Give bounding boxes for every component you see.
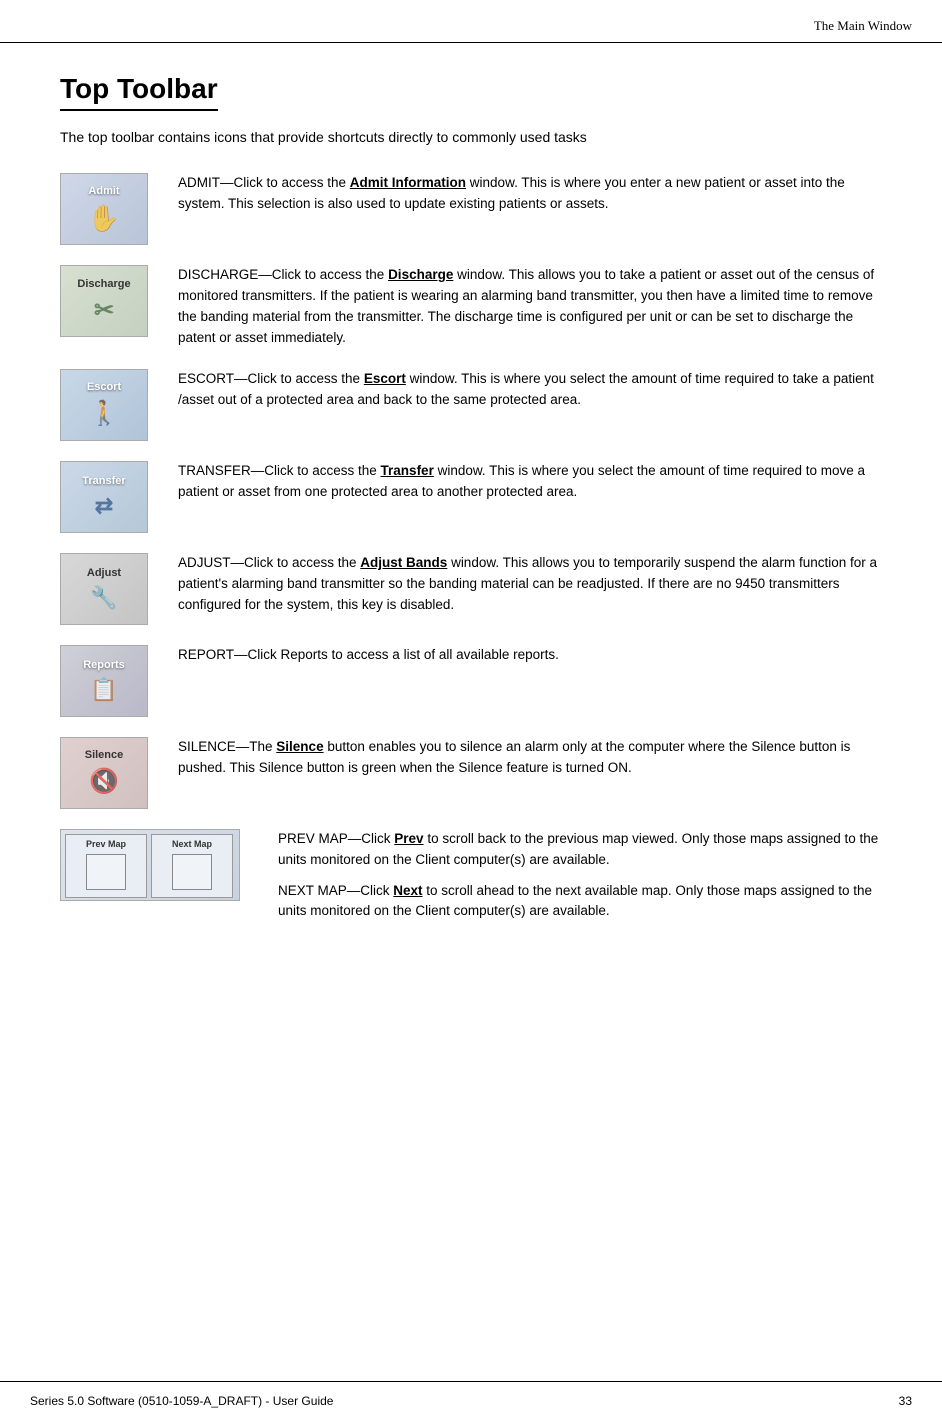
silence-icon: Silence 🔇 [60, 737, 148, 809]
prevnext-icon: Prev Map Next Map [60, 829, 240, 901]
footer-right: 33 [899, 1394, 912, 1408]
adjust-description: ADJUST—Click to access the Adjust Bands … [178, 553, 882, 616]
next-map-button[interactable]: Next Map [151, 834, 233, 898]
intro-text: The top toolbar contains icons that prov… [60, 129, 882, 145]
toolbar-item-transfer: Transfer ⇄ TRANSFER—Click to access the … [60, 461, 882, 533]
icon-cell-silence: Silence 🔇 [60, 737, 160, 809]
footer-left: Series 5.0 Software (0510-1059-A_DRAFT) … [30, 1394, 333, 1408]
header-title: The Main Window [814, 18, 912, 33]
icon-cell-transfer: Transfer ⇄ [60, 461, 160, 533]
page-header: The Main Window [0, 0, 942, 43]
icon-cell-escort: Escort 🚶 [60, 369, 160, 441]
transfer-icon: Transfer ⇄ [60, 461, 148, 533]
discharge-icon: Discharge ✂ [60, 265, 148, 337]
icon-cell-adjust: Adjust 🔧 [60, 553, 160, 625]
reports-icon: Reports 📋 [60, 645, 148, 717]
icon-cell-admit: Admit ✋ [60, 173, 160, 245]
discharge-symbol: ✂ [94, 296, 114, 325]
discharge-description: DISCHARGE—Click to access the Discharge … [178, 265, 882, 349]
silence-description: SILENCE—The Silence button enables you t… [178, 737, 882, 779]
page-footer: Series 5.0 Software (0510-1059-A_DRAFT) … [0, 1381, 942, 1420]
toolbar-item-prevnext: Prev Map Next Map PREV MAP—Click Prev to… [60, 829, 882, 933]
icon-cell-reports: Reports 📋 [60, 645, 160, 717]
escort-symbol: 🚶 [89, 399, 119, 428]
admit-icon: Admit ✋ [60, 173, 148, 245]
page-title: Top Toolbar [60, 73, 218, 111]
reports-description: REPORT—Click Reports to access a list of… [178, 645, 882, 666]
toolbar-item-adjust: Adjust 🔧 ADJUST—Click to access the Adju… [60, 553, 882, 625]
prevnext-description: PREV MAP—Click Prev to scroll back to th… [278, 829, 882, 933]
silence-symbol: 🔇 [89, 767, 119, 796]
escort-description: ESCORT—Click to access the Escort window… [178, 369, 882, 411]
icon-cell-discharge: Discharge ✂ [60, 265, 160, 337]
escort-icon: Escort 🚶 [60, 369, 148, 441]
admit-description: ADMIT—Click to access the Admit Informat… [178, 173, 882, 215]
toolbar-item-escort: Escort 🚶 ESCORT—Click to access the Esco… [60, 369, 882, 441]
toolbar-item-admit: Admit ✋ ADMIT—Click to access the Admit … [60, 173, 882, 245]
toolbar-item-reports: Reports 📋 REPORT—Click Reports to access… [60, 645, 882, 717]
adjust-symbol: 🔧 [90, 585, 117, 611]
adjust-icon: Adjust 🔧 [60, 553, 148, 625]
prev-map-button[interactable]: Prev Map [65, 834, 147, 898]
reports-symbol: 📋 [90, 677, 117, 703]
toolbar-item-silence: Silence 🔇 SILENCE—The Silence button ena… [60, 737, 882, 809]
toolbar-item-discharge: Discharge ✂ DISCHARGE—Click to access th… [60, 265, 882, 349]
transfer-description: TRANSFER—Click to access the Transfer wi… [178, 461, 882, 503]
transfer-symbol: ⇄ [95, 493, 113, 519]
admit-symbol: ✋ [88, 203, 120, 234]
icon-cell-prevnext: Prev Map Next Map [60, 829, 260, 901]
